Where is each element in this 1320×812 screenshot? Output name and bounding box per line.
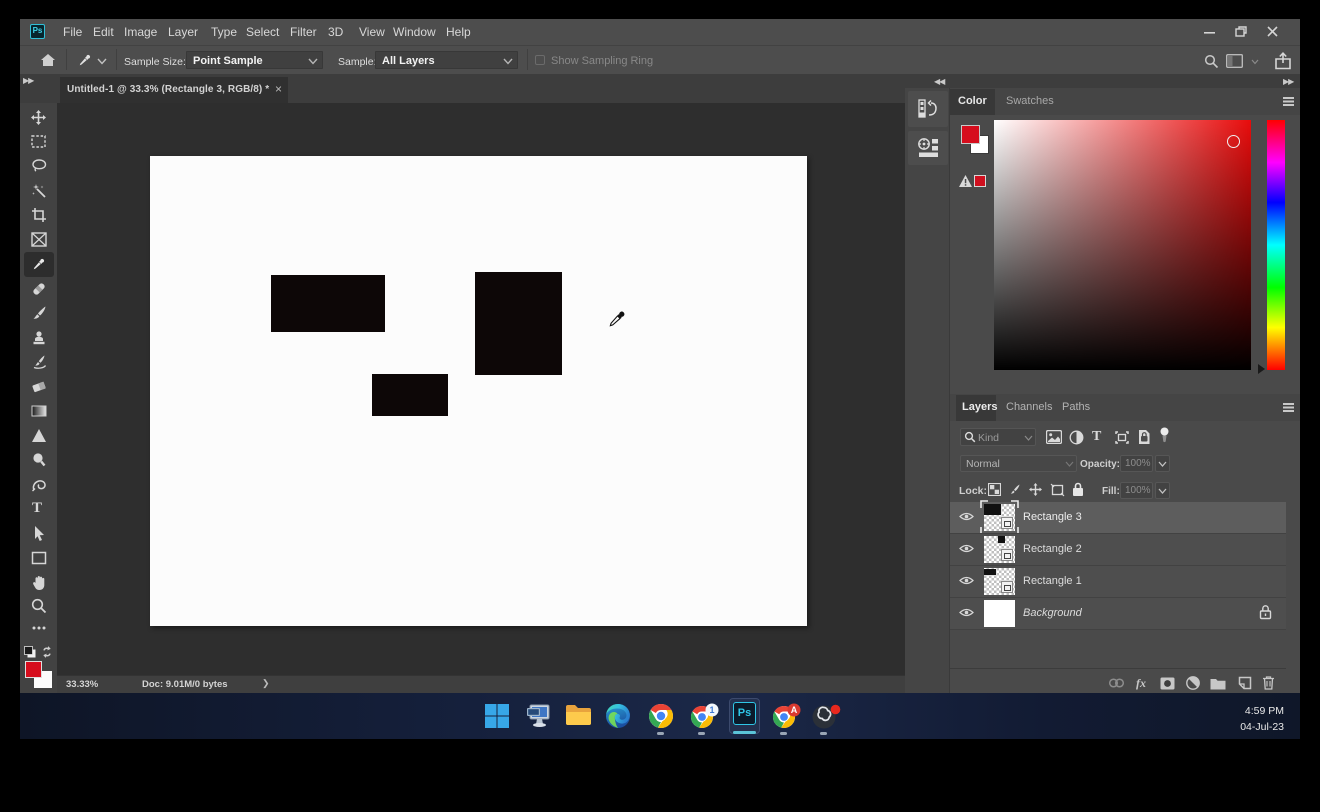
svg-text:A: A — [791, 705, 798, 715]
svg-text:1: 1 — [709, 705, 714, 715]
